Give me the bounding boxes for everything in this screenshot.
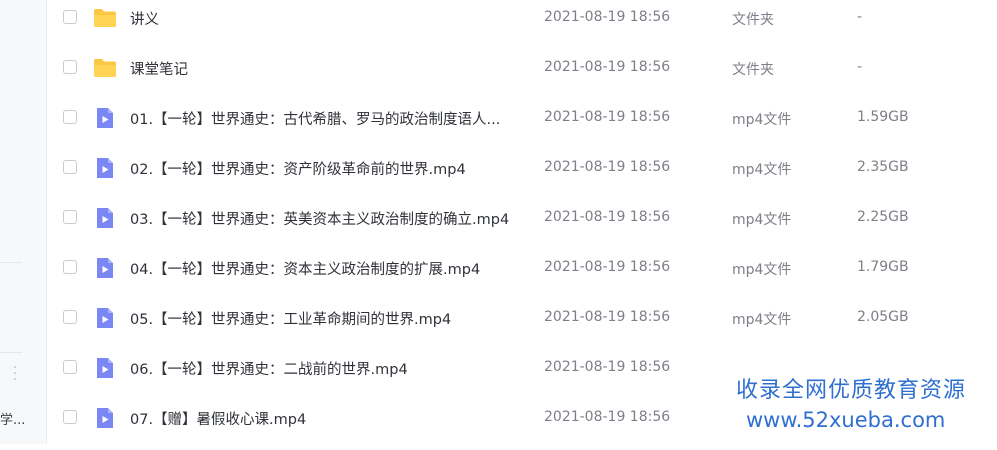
file-type: mp4文件 (732, 212, 792, 228)
watermark: 收录全网优质教育资源 www.52xueba.com (724, 366, 997, 444)
video-file-icon (97, 408, 113, 428)
file-date: 2021-08-19 18:56 (544, 159, 671, 175)
video-file-icon (97, 158, 113, 178)
file-row[interactable]: 04.【一轮】世界通史：资本主义政治制度的扩展.mp4 2021-08-19 1… (47, 250, 997, 300)
file-name[interactable]: 01.【一轮】世界通史：古代希腊、罗马的政治制度语人... (130, 108, 500, 129)
row-checkbox[interactable] (63, 10, 77, 24)
file-name[interactable]: 07.【赠】暑假收心课.mp4 (130, 408, 306, 429)
file-name[interactable]: 05.【一轮】世界通史：工业革命期间的世界.mp4 (130, 308, 451, 329)
video-file-icon (97, 358, 113, 378)
sidebar-divider (0, 262, 22, 263)
file-name[interactable]: 02.【一轮】世界通史：资产阶级革命前的世界.mp4 (130, 158, 466, 179)
file-row[interactable]: 讲义 2021-08-19 18:56 文件夹 - (47, 0, 997, 50)
file-size: 2.05GB (857, 309, 909, 325)
row-checkbox[interactable] (63, 60, 77, 74)
file-type: mp4文件 (732, 112, 792, 128)
watermark-url: www.52xueba.com (746, 408, 946, 432)
row-checkbox[interactable] (63, 360, 77, 374)
video-file-icon (97, 258, 113, 278)
more-vertical-icon[interactable]: · · · (9, 362, 21, 388)
video-file-icon (97, 208, 113, 228)
file-type: mp4文件 (732, 162, 792, 178)
file-date: 2021-08-19 18:56 (544, 9, 671, 25)
row-checkbox[interactable] (63, 210, 77, 224)
video-file-icon (97, 308, 113, 328)
file-row[interactable]: 03.【一轮】世界通史：英美资本主义政治制度的确立.mp4 2021-08-19… (47, 200, 997, 250)
file-size: 1.59GB (857, 109, 909, 125)
folder-icon (94, 9, 116, 27)
row-checkbox[interactable] (63, 160, 77, 174)
file-row[interactable]: 01.【一轮】世界通史：古代希腊、罗马的政治制度语人... 2021-08-19… (47, 100, 997, 150)
sidebar-item-label[interactable]: 学... (0, 409, 25, 428)
file-type: mp4文件 (732, 262, 792, 278)
file-size: 1.79GB (857, 259, 909, 275)
file-row[interactable]: 课堂笔记 2021-08-19 18:56 文件夹 - (47, 50, 997, 100)
sidebar-divider (0, 352, 22, 353)
file-size: - (857, 9, 863, 25)
file-name[interactable]: 03.【一轮】世界通史：英美资本主义政治制度的确立.mp4 (130, 208, 509, 229)
file-name[interactable]: 课堂笔记 (130, 58, 188, 79)
file-date: 2021-08-19 18:56 (544, 59, 671, 75)
file-type: 文件夹 (732, 62, 774, 78)
file-type: 文件夹 (732, 12, 774, 28)
file-size: 2.35GB (857, 159, 909, 175)
file-name[interactable]: 04.【一轮】世界通史：资本主义政治制度的扩展.mp4 (130, 258, 480, 279)
video-file-icon (97, 108, 113, 128)
sidebar: · · · 学... (0, 0, 47, 444)
file-size: 2.25GB (857, 209, 909, 225)
watermark-slogan: 收录全网优质教育资源 (736, 378, 967, 403)
folder-icon (94, 59, 116, 77)
row-checkbox[interactable] (63, 410, 77, 424)
file-date: 2021-08-19 18:56 (544, 359, 671, 375)
file-date: 2021-08-19 18:56 (544, 259, 671, 275)
row-checkbox[interactable] (63, 310, 77, 324)
row-checkbox[interactable] (63, 260, 77, 274)
file-date: 2021-08-19 18:56 (544, 409, 671, 425)
file-date: 2021-08-19 18:56 (544, 109, 671, 125)
file-row[interactable]: 02.【一轮】世界通史：资产阶级革命前的世界.mp4 2021-08-19 18… (47, 150, 997, 200)
file-size: - (857, 59, 863, 75)
file-row[interactable]: 05.【一轮】世界通史：工业革命期间的世界.mp4 2021-08-19 18:… (47, 300, 997, 350)
file-name[interactable]: 讲义 (130, 8, 159, 29)
file-date: 2021-08-19 18:56 (544, 309, 671, 325)
file-date: 2021-08-19 18:56 (544, 209, 671, 225)
file-type: mp4文件 (732, 312, 792, 328)
file-name[interactable]: 06.【一轮】世界通史：二战前的世界.mp4 (130, 358, 408, 379)
row-checkbox[interactable] (63, 110, 77, 124)
